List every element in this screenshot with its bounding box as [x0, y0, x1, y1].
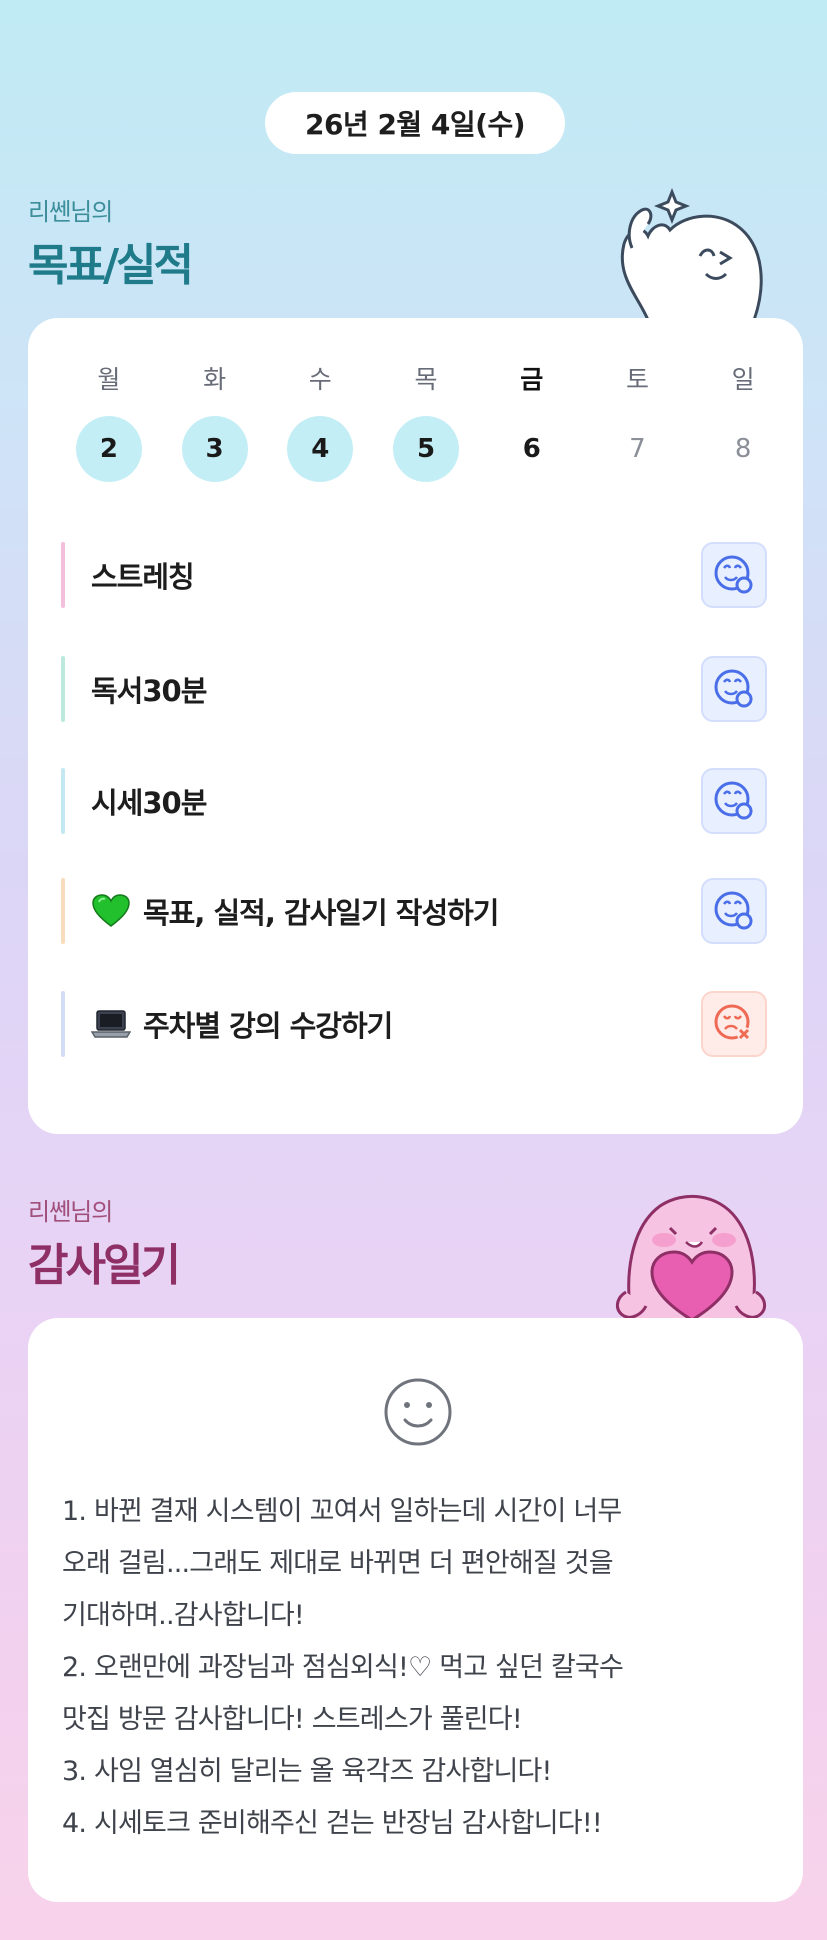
day-fri[interactable]: 금 6: [479, 360, 585, 482]
goal-item-reading[interactable]: 독서30분: [61, 654, 801, 724]
goal-color-bar: [61, 878, 65, 944]
goal-status-fail[interactable]: [701, 991, 767, 1057]
day-tue[interactable]: 화 3: [162, 360, 268, 482]
goal-label: 시세30분: [91, 786, 207, 820]
day-number: 7: [629, 434, 646, 464]
diary-line: 3. 사임 열심히 달리는 올 육각즈 감사합니다!: [62, 1756, 552, 1787]
week-calendar: 월 2 화 3 수 4 목 5 금 6 토 7 일 8: [56, 360, 796, 482]
goal-label: 스트레칭: [91, 560, 195, 594]
diary-line: 기대하며..감사합니다!: [62, 1600, 305, 1631]
day-sat[interactable]: 토 7: [585, 360, 691, 482]
fail-face-icon: [714, 1004, 751, 1041]
diary-section-subtitle: 리쎈님의: [28, 1198, 113, 1226]
success-face-icon: [714, 781, 753, 820]
goal-color-bar: [61, 542, 65, 608]
diary-line: 1. 바뀐 결재 시스템이 꼬여서 일하는데 시간이 너무: [62, 1496, 622, 1527]
goal-status-success[interactable]: [701, 542, 767, 608]
date-label: 26년 2월 4일(수): [304, 108, 526, 141]
day-of-week: 수: [308, 365, 332, 394]
heart-mascot-icon: [616, 1194, 766, 1320]
success-face-icon: [714, 669, 753, 708]
goal-color-bar: [61, 656, 65, 722]
goal-color-bar: [61, 768, 65, 834]
green-heart-icon: [91, 893, 131, 929]
goals-section-subtitle: 리쎈님의: [28, 198, 113, 226]
goal-item-journaling[interactable]: 목표, 실적, 감사일기 작성하기: [61, 876, 801, 946]
day-number: 4: [287, 416, 354, 482]
day-of-week: 월: [97, 365, 121, 394]
goals-section-header: 리쎈님의 목표/실적: [28, 192, 194, 293]
day-sun[interactable]: 일 8: [690, 360, 796, 482]
diary-line: 맛집 방문 감사합니다! 스트레스가 풀린다!: [62, 1704, 523, 1735]
goal-status-success[interactable]: [701, 878, 767, 944]
diary-card: 1. 바뀐 결재 시스템이 꼬여서 일하는데 시간이 너무 오래 걸림...그래…: [28, 1318, 803, 1902]
day-of-week: 금: [520, 365, 544, 394]
goal-item-market-study[interactable]: 시세30분: [61, 766, 801, 836]
day-wed[interactable]: 수 4: [267, 360, 373, 482]
day-of-week: 화: [203, 365, 227, 394]
day-thu[interactable]: 목 5: [373, 360, 479, 482]
ghost-mascot-icon: [620, 187, 763, 320]
goal-status-success[interactable]: [701, 768, 767, 834]
goal-label: 목표, 실적, 감사일기 작성하기: [143, 896, 499, 930]
goal-item-lecture[interactable]: 주차별 강의 수강하기: [61, 989, 801, 1059]
day-number: 3: [181, 416, 248, 482]
success-face-icon: [714, 555, 753, 594]
day-number: 8: [734, 434, 752, 464]
laptop-icon: [91, 1008, 131, 1040]
goal-color-bar: [61, 991, 65, 1057]
goal-label: 주차별 강의 수강하기: [143, 1009, 393, 1043]
day-of-week: 일: [731, 365, 755, 394]
day-number: 6: [522, 434, 541, 464]
goals-section-title: 목표/실적: [28, 240, 194, 291]
success-face-icon: [714, 891, 753, 930]
goal-status-success[interactable]: [701, 656, 767, 722]
diary-section-header: 리쎈님의 감사일기: [28, 1192, 181, 1293]
goals-card: 월 2 화 3 수 4 목 5 금 6 토 7 일 8 스트레칭 독서30분 시…: [28, 318, 803, 1134]
day-number: 5: [393, 416, 460, 482]
goal-item-stretching[interactable]: 스트레칭: [61, 540, 801, 610]
diary-text: 1. 바뀐 결재 시스템이 꼬여서 일하는데 시간이 너무 오래 걸림...그래…: [62, 1486, 778, 1850]
day-of-week: 목: [414, 365, 438, 394]
smile-icon[interactable]: [382, 1376, 454, 1448]
diary-line: 4. 시세토크 준비해주신 걷는 반장님 감사합니다!!: [62, 1808, 603, 1839]
day-mon[interactable]: 월 2: [56, 360, 162, 482]
diary-section-title: 감사일기: [28, 1240, 181, 1291]
date-pill[interactable]: 26년 2월 4일(수): [265, 92, 565, 154]
diary-line: 오래 걸림...그래도 제대로 바뀌면 더 편안해질 것을: [62, 1548, 614, 1579]
diary-line: 2. 오랜만에 과장님과 점심외식!♡ 먹고 싶던 칼국수: [62, 1652, 624, 1683]
day-number: 2: [75, 416, 142, 482]
day-of-week: 토: [625, 365, 649, 394]
goal-label: 독서30분: [91, 674, 207, 708]
